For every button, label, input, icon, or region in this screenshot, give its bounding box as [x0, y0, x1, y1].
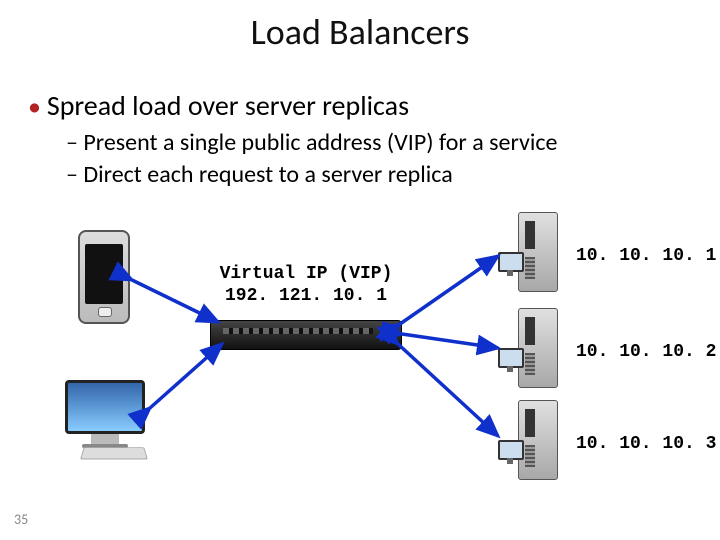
server-3-ip: 10. 10. 10. 3 [576, 434, 716, 454]
bullet-main: Spread load over server replicas [28, 88, 409, 123]
slide: Load Balancers Spread load over server r… [0, 0, 720, 540]
bullet-sub-2: Direct each request to a server replica [66, 160, 453, 189]
server-3-icon [500, 400, 558, 478]
vip-ip: 192. 121. 10. 1 [206, 286, 406, 308]
desktop-computer-icon [60, 380, 150, 450]
smartphone-icon [78, 230, 130, 324]
server-1-icon [500, 212, 558, 290]
bullet-sub-1: Present a single public address (VIP) fo… [66, 128, 557, 157]
server-2-ip: 10. 10. 10. 2 [576, 342, 716, 362]
server-2-icon [500, 308, 558, 386]
page-number: 35 [14, 511, 28, 528]
server-1-ip: 10. 10. 10. 1 [576, 246, 716, 266]
slide-title: Load Balancers [0, 10, 720, 54]
vip-label: Virtual IP (VIP) 192. 121. 10. 1 [206, 264, 406, 307]
vip-text: Virtual IP (VIP) [220, 264, 393, 284]
load-balancer-icon [210, 320, 402, 350]
